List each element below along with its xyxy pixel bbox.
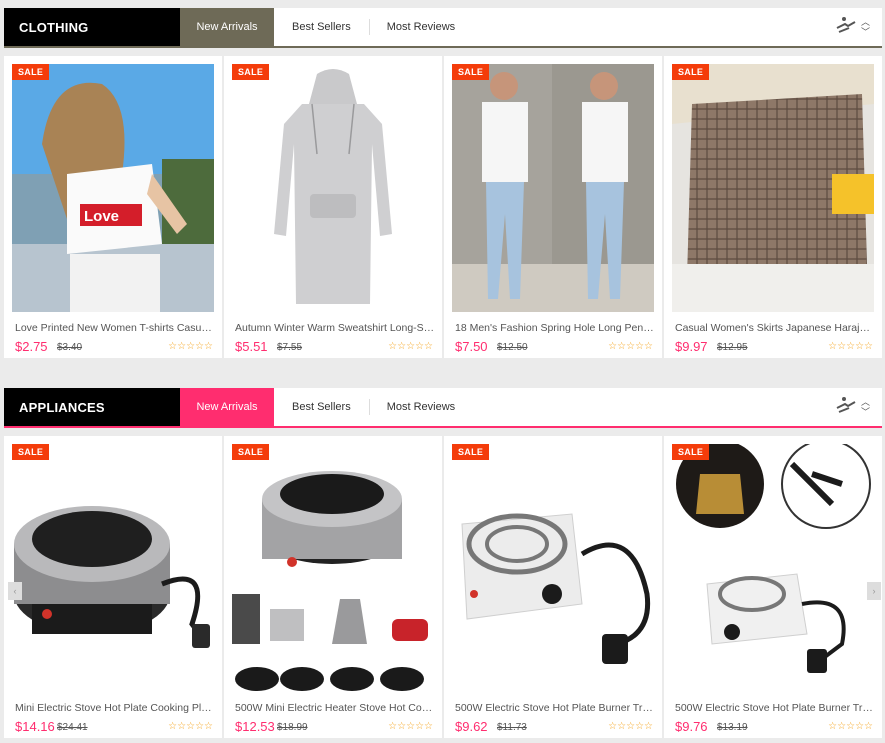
tab-best-sellers[interactable]: Best Sellers bbox=[274, 8, 369, 46]
original-price: $18.99 bbox=[277, 722, 308, 733]
product-card[interactable]: SALE Casual Women's Skirts Japanese Hara… bbox=[664, 56, 882, 358]
product-name[interactable]: Mini Electric Stove Hot Plate Cooking Pl… bbox=[15, 702, 215, 714]
product-card[interactable]: SALE Mini Electric Stove Hot Plate Cooki… bbox=[4, 436, 222, 738]
clothing-section: CLOTHING New Arrivals Best Sellers Most … bbox=[4, 8, 882, 368]
tab-most-reviews[interactable]: Most Reviews bbox=[368, 388, 473, 426]
product-name[interactable]: Autumn Winter Warm Sweatshirt Long-Sleev… bbox=[235, 322, 435, 334]
sale-badge: SALE bbox=[672, 64, 710, 80]
tab-new-arrivals[interactable]: New Arrivals bbox=[180, 8, 274, 46]
clothing-header: CLOTHING New Arrivals Best Sellers Most … bbox=[4, 8, 882, 48]
sort-icon[interactable] bbox=[835, 394, 857, 419]
sale-badge: SALE bbox=[452, 444, 490, 460]
rating-stars: ☆☆☆☆☆ bbox=[828, 721, 873, 732]
svg-text:Love: Love bbox=[84, 208, 119, 225]
sale-badge: SALE bbox=[452, 64, 490, 80]
sale-badge: SALE bbox=[232, 64, 270, 80]
category-title[interactable]: APPLIANCES bbox=[4, 388, 180, 426]
appliances-header: APPLIANCES New Arrivals Best Sellers Mos… bbox=[4, 388, 882, 428]
chevron-up-icon[interactable]: ︿ bbox=[861, 17, 870, 27]
product-list: SALE Mini Electric Stove Hot Plate Cooki… bbox=[4, 436, 882, 738]
product-list: Love SALE Love Printed New Women T-shirt… bbox=[4, 56, 882, 358]
product-price: $7.50 bbox=[455, 339, 488, 354]
product-image[interactable] bbox=[12, 444, 214, 692]
product-name[interactable]: 500W Electric Stove Hot Plate Burner Tra… bbox=[455, 702, 655, 714]
product-price: $12.53 bbox=[235, 719, 275, 734]
product-image[interactable] bbox=[672, 64, 874, 312]
product-price: $2.75 bbox=[15, 339, 48, 354]
original-price: $13.19 bbox=[717, 722, 748, 733]
tab-most-reviews[interactable]: Most Reviews bbox=[368, 8, 473, 46]
sort-icon[interactable] bbox=[835, 14, 857, 39]
rating-stars: ☆☆☆☆☆ bbox=[608, 341, 653, 352]
sale-badge: SALE bbox=[12, 64, 50, 80]
original-price: $24.41 bbox=[57, 722, 88, 733]
rating-stars: ☆☆☆☆☆ bbox=[388, 341, 433, 352]
original-price: $11.73 bbox=[497, 722, 527, 733]
product-name[interactable]: Casual Women's Skirts Japanese Harajuku … bbox=[675, 322, 875, 334]
tab-new-arrivals[interactable]: New Arrivals bbox=[180, 388, 274, 426]
carousel-next-icon[interactable]: › bbox=[867, 582, 881, 600]
rating-stars: ☆☆☆☆☆ bbox=[828, 341, 873, 352]
product-name[interactable]: 500W Mini Electric Heater Stove Hot Cook… bbox=[235, 702, 435, 714]
product-name[interactable]: 500W Electric Stove Hot Plate Burner Tra… bbox=[675, 702, 875, 714]
chevron-down-icon[interactable]: ﹀ bbox=[861, 407, 870, 417]
rating-stars: ☆☆☆☆☆ bbox=[608, 721, 653, 732]
rating-stars: ☆☆☆☆☆ bbox=[168, 721, 213, 732]
product-image[interactable] bbox=[232, 444, 434, 692]
chevron-up-icon[interactable]: ︿ bbox=[861, 397, 870, 407]
original-price: $12.95 bbox=[717, 342, 748, 353]
chevron-down-icon[interactable]: ﹀ bbox=[861, 27, 870, 37]
product-image[interactable] bbox=[452, 444, 654, 692]
product-card[interactable]: SALE 18 Men's Fashion Spring Hole Long P… bbox=[444, 56, 662, 358]
product-card[interactable]: SALE 500W Electric Stove Hot Plate Burne… bbox=[664, 436, 882, 738]
appliances-section: APPLIANCES New Arrivals Best Sellers Mos… bbox=[4, 388, 882, 743]
product-price: $14.16 bbox=[15, 719, 55, 734]
category-title[interactable]: CLOTHING bbox=[4, 8, 180, 46]
rating-stars: ☆☆☆☆☆ bbox=[388, 721, 433, 732]
original-price: $7.55 bbox=[277, 342, 303, 353]
product-name[interactable]: Love Printed New Women T-shirts Casual S… bbox=[15, 322, 215, 334]
product-price: $9.62 bbox=[455, 719, 488, 734]
chevron-group: ︿ ﹀ bbox=[861, 397, 870, 417]
product-price: $9.76 bbox=[675, 719, 708, 734]
product-price: $5.51 bbox=[235, 339, 268, 354]
product-image[interactable] bbox=[232, 64, 434, 312]
product-image[interactable] bbox=[452, 64, 654, 312]
header-controls: ︿ ﹀ bbox=[835, 14, 870, 39]
sale-badge: SALE bbox=[12, 444, 50, 460]
rating-stars: ☆☆☆☆☆ bbox=[168, 341, 213, 352]
original-price: $12.50 bbox=[497, 342, 528, 353]
product-card[interactable]: SALE 500W Mini Electric Heater Stove Hot… bbox=[224, 436, 442, 738]
sale-badge: SALE bbox=[672, 444, 710, 460]
original-price: $3.40 bbox=[57, 342, 83, 353]
carousel-prev-icon[interactable]: ‹ bbox=[8, 582, 22, 600]
product-card[interactable]: SALE 500W Electric Stove Hot Plate Burne… bbox=[444, 436, 662, 738]
product-image[interactable]: Love bbox=[12, 64, 214, 312]
sale-badge: SALE bbox=[232, 444, 270, 460]
product-name[interactable]: 18 Men's Fashion Spring Hole Long Pencil… bbox=[455, 322, 655, 334]
product-card[interactable]: Love SALE Love Printed New Women T-shirt… bbox=[4, 56, 222, 358]
header-controls: ︿ ﹀ bbox=[835, 394, 870, 419]
product-price: $9.97 bbox=[675, 339, 708, 354]
product-image[interactable] bbox=[672, 444, 874, 692]
tab-best-sellers[interactable]: Best Sellers bbox=[274, 388, 369, 426]
product-card[interactable]: SALE Autumn Winter Warm Sweatshirt Long-… bbox=[224, 56, 442, 358]
chevron-group: ︿ ﹀ bbox=[861, 17, 870, 37]
